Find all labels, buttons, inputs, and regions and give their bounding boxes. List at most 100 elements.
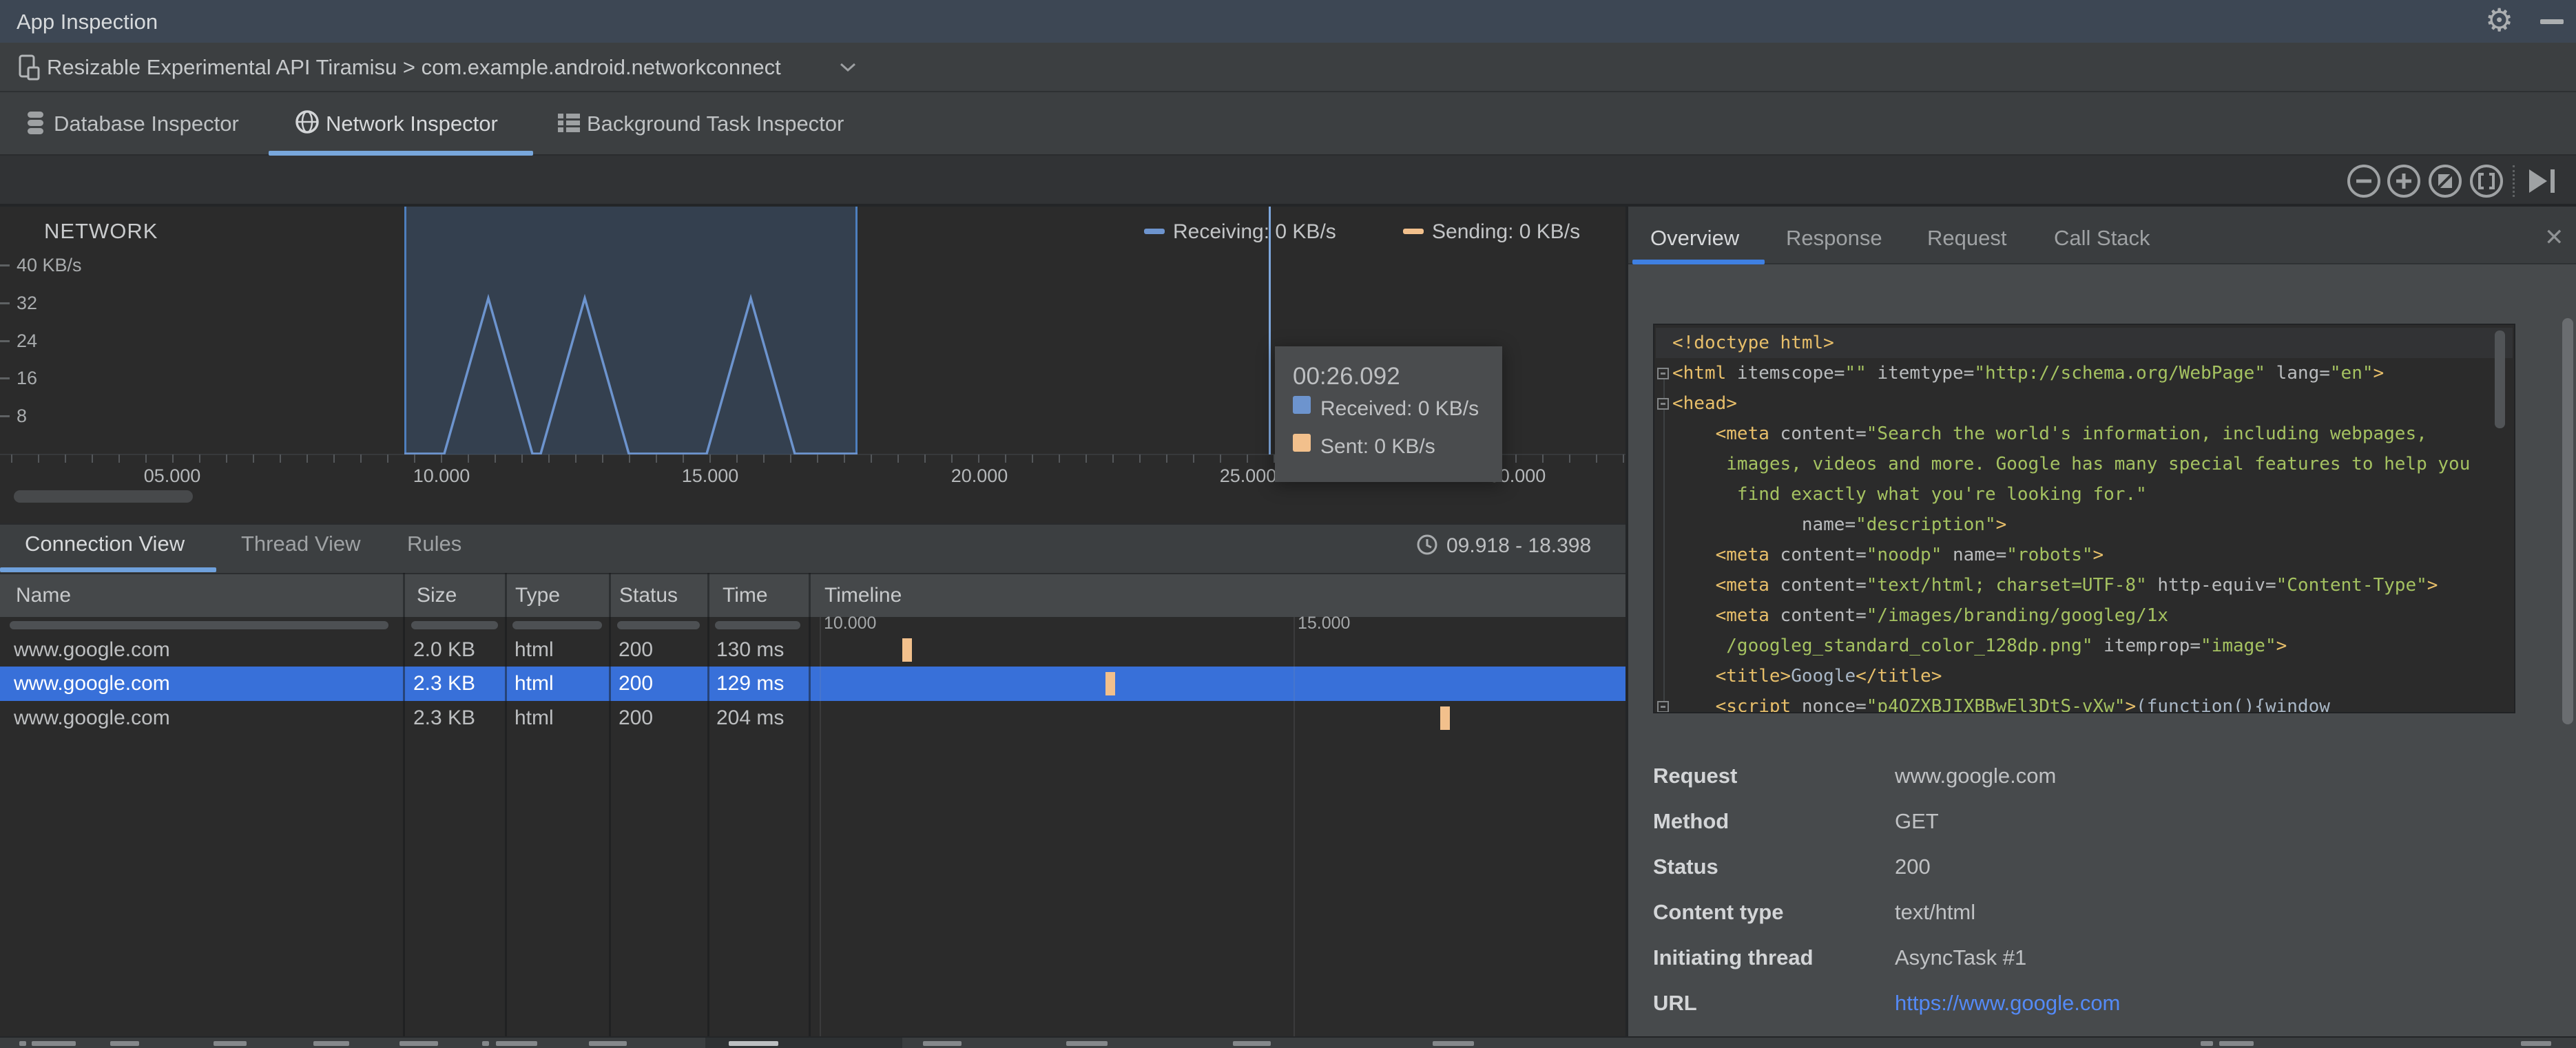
x-axis-minor-tick xyxy=(1623,454,1624,463)
connection-row[interactable]: www.google.com 2.3 KB html 200 204 ms xyxy=(0,701,1625,735)
tab-network-inspector[interactable]: Network Inspector xyxy=(326,113,498,134)
reset-zoom-button[interactable] xyxy=(2427,163,2464,200)
column-scrollbar[interactable] xyxy=(715,621,800,629)
tab-call-stack[interactable]: Call Stack xyxy=(2054,227,2150,249)
x-axis-minor-tick xyxy=(817,454,818,463)
column-separator[interactable] xyxy=(505,573,507,1036)
x-axis-minor-tick xyxy=(1515,454,1517,463)
clipped-toolbar-glyph xyxy=(110,1041,139,1046)
y-axis-tick xyxy=(0,264,10,266)
column-separator[interactable] xyxy=(707,573,709,1036)
panel-splitter[interactable] xyxy=(1625,207,1628,1048)
x-axis-minor-tick xyxy=(629,454,630,463)
code-line: <meta content="text/html; charset=UTF-8"… xyxy=(1715,575,2438,596)
x-axis-minor-tick xyxy=(683,454,684,463)
clipped-toolbar-glyph xyxy=(2521,1041,2551,1046)
code-fold-marker[interactable] xyxy=(1657,701,1669,712)
clipped-toolbar-glyph xyxy=(482,1041,489,1046)
tab-request[interactable]: Request xyxy=(1927,227,2006,249)
y-axis-tick xyxy=(0,340,10,342)
response-code-preview[interactable]: <!doctype html> <html itemscope="" itemty… xyxy=(1653,324,2515,713)
col-header-status[interactable]: Status xyxy=(619,585,678,606)
connection-row[interactable]: www.google.com 2.3 KB html 200 129 ms xyxy=(0,667,1625,701)
x-axis-minor-tick xyxy=(1569,454,1570,463)
timeline-event-tick xyxy=(1105,672,1115,695)
zoom-out-button[interactable] xyxy=(2345,163,2382,200)
clipped-toolbar-glyph xyxy=(1433,1041,1474,1046)
column-scrollbar[interactable] xyxy=(617,621,700,629)
go-live-icon[interactable] xyxy=(2528,168,2559,194)
checklist-icon xyxy=(558,114,580,132)
tooltip-crosshair xyxy=(1269,207,1271,454)
chevron-down-icon[interactable] xyxy=(839,62,857,73)
sending-legend-label: Sending: 0 KB/s xyxy=(1432,220,1581,243)
column-separator[interactable] xyxy=(403,573,405,1036)
tooltip-sent: Sent: 0 KB/s xyxy=(1320,435,1435,458)
zoom-to-selection-button[interactable] xyxy=(2468,163,2505,200)
detail-value: GET xyxy=(1895,809,1939,833)
table-header xyxy=(0,573,1627,617)
cell-type: html xyxy=(515,706,554,729)
minimize-icon[interactable] xyxy=(2540,19,2564,24)
code-fold-marker[interactable] xyxy=(1657,398,1669,410)
column-scrollbar[interactable] xyxy=(10,621,388,629)
connection-row[interactable]: www.google.com 2.0 KB html 200 130 ms xyxy=(0,633,1625,667)
clock-icon xyxy=(1417,534,1437,555)
col-header-time[interactable]: Time xyxy=(723,585,768,606)
detail-label: Initiating thread xyxy=(1653,945,1814,970)
code-fold-gutter-line xyxy=(1663,379,1665,703)
col-header-type[interactable]: Type xyxy=(515,585,560,606)
app-inspection-window: App Inspection ⚙ Resizable Experimental … xyxy=(0,0,2576,1048)
tab-rules[interactable]: Rules xyxy=(407,533,461,554)
code-line: <meta content="noodp" name="robots"> xyxy=(1715,545,2104,565)
x-axis-minor-tick xyxy=(1596,454,1597,463)
details-scrollbar[interactable] xyxy=(2562,318,2573,724)
gear-icon[interactable]: ⚙ xyxy=(2485,4,2513,36)
cell-time: 130 ms xyxy=(716,638,785,661)
x-axis-minor-tick xyxy=(145,454,147,463)
col-header-size[interactable]: Size xyxy=(417,585,457,606)
x-axis-minor-tick xyxy=(441,454,442,463)
device-process-selector[interactable]: Resizable Experimental API Tiramisu > co… xyxy=(47,56,781,78)
x-axis-minor-tick xyxy=(495,454,496,463)
chart-range-scrollbar[interactable] xyxy=(14,490,193,503)
cell-name: www.google.com xyxy=(14,706,170,729)
tab-background-task-inspector[interactable]: Background Task Inspector xyxy=(587,113,844,134)
column-separator[interactable] xyxy=(609,573,611,1036)
x-axis-minor-tick xyxy=(978,454,979,463)
x-axis-minor-tick xyxy=(1220,454,1221,463)
code-line: /googleg_standard_color_128dp.png" itemp… xyxy=(1672,636,2287,656)
detail-label: Request xyxy=(1653,764,1738,788)
zoom-in-button[interactable] xyxy=(2385,163,2422,200)
detail-value: text/html xyxy=(1895,900,1976,924)
tab-response[interactable]: Response xyxy=(1786,227,1882,249)
detail-value-link[interactable]: https://www.google.com xyxy=(1895,992,2120,1014)
tooltip-received: Received: 0 KB/s xyxy=(1320,397,1479,420)
col-header-name[interactable]: Name xyxy=(16,585,71,606)
tab-connection-view[interactable]: Connection View xyxy=(25,533,185,554)
timeline-gridline xyxy=(1294,617,1295,1036)
col-header-timeline[interactable]: Timeline xyxy=(824,585,902,606)
y-axis-label: 8 xyxy=(17,406,28,426)
column-separator[interactable] xyxy=(809,573,811,1036)
column-scrollbar[interactable] xyxy=(512,621,602,629)
column-scrollbar[interactable] xyxy=(411,621,498,629)
code-fold-marker[interactable] xyxy=(1657,368,1669,379)
x-axis-minor-tick xyxy=(736,454,738,463)
timeline-axis-label: 15.000 xyxy=(1298,614,1351,633)
code-scrollbar[interactable] xyxy=(2495,331,2505,428)
detail-label: Content type xyxy=(1653,900,1784,924)
x-axis-minor-tick xyxy=(951,454,953,463)
code-line: find exactly what you're looking for." xyxy=(1672,484,2147,505)
cell-type: html xyxy=(515,672,554,695)
detail-label: URL xyxy=(1653,991,1697,1015)
timeline-event-tick xyxy=(1440,706,1450,730)
x-axis-minor-tick xyxy=(1166,454,1167,463)
toolbar-separator xyxy=(2513,165,2515,197)
tab-overview[interactable]: Overview xyxy=(1650,227,1739,249)
close-icon[interactable]: ✕ xyxy=(2544,226,2564,249)
tab-thread-view[interactable]: Thread View xyxy=(241,533,360,554)
bottom-tool-window-bar[interactable] xyxy=(0,1036,2576,1048)
tab-database-inspector[interactable]: Database Inspector xyxy=(54,113,239,134)
x-axis-minor-tick xyxy=(172,454,174,463)
